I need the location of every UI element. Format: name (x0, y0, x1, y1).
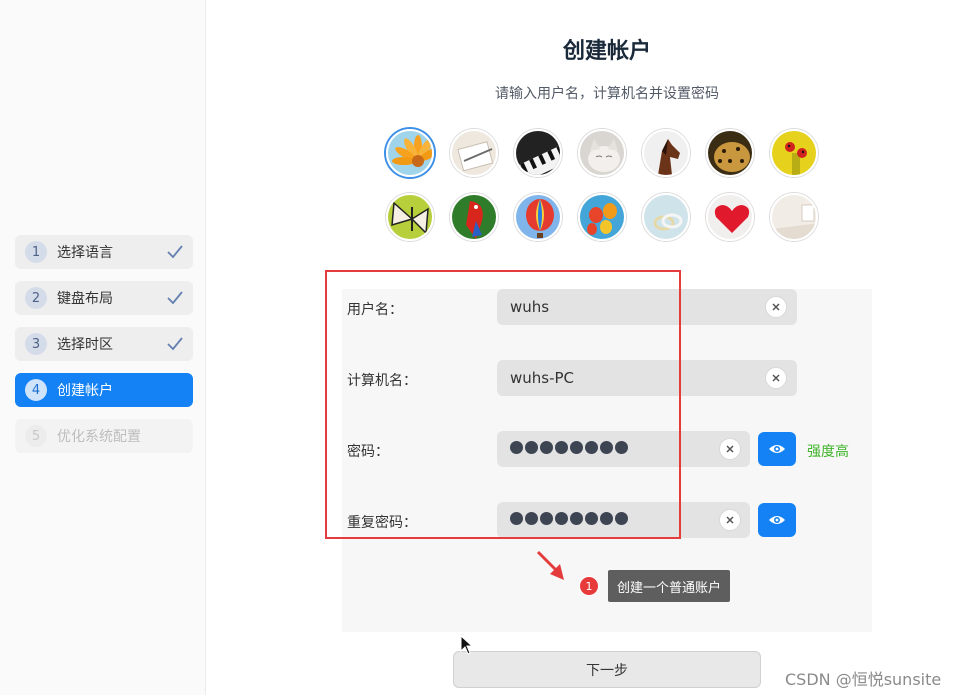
notebook-icon (452, 131, 496, 175)
avatar-leopard[interactable] (706, 129, 754, 177)
butterfly-icon (388, 195, 432, 239)
avatar-room[interactable] (770, 193, 818, 241)
step-label: 选择时区 (57, 337, 113, 353)
step-label: 选择语言 (57, 245, 113, 261)
step-select-language[interactable]: 1 选择语言 (15, 235, 193, 269)
avatar-red-heart[interactable] (706, 193, 754, 241)
step-number: 4 (25, 379, 47, 401)
mouse-cursor-icon (460, 635, 474, 655)
parrot-icon (452, 195, 496, 239)
kitten-icon (580, 131, 624, 175)
show-repeat-password-button[interactable] (758, 503, 796, 537)
close-icon (726, 516, 734, 524)
step-create-account[interactable]: 4 创建帐户 (15, 373, 193, 407)
gerbera-flower-icon (388, 131, 432, 175)
avatar-ladybugs[interactable] (770, 129, 818, 177)
step-number: 5 (25, 425, 47, 447)
step-label: 创建帐户 (57, 383, 113, 399)
clear-username-button[interactable] (765, 296, 787, 318)
step-select-timezone[interactable]: 3 选择时区 (15, 327, 193, 361)
close-icon (772, 303, 780, 311)
close-icon (772, 374, 780, 382)
checkmark-icon (167, 245, 183, 259)
room-interior-icon (772, 195, 816, 239)
page-subtitle: 请输入用户名，计算机名并设置密码 (495, 86, 719, 102)
close-icon (726, 445, 734, 453)
step-label: 优化系统配置 (57, 429, 141, 445)
rings-icon (644, 195, 688, 239)
checkmark-icon (167, 337, 183, 351)
show-password-button[interactable] (758, 432, 796, 466)
step-keyboard-layout[interactable]: 2 键盘布局 (15, 281, 193, 315)
next-button[interactable]: 下一步 (453, 651, 761, 688)
step-label: 键盘布局 (57, 291, 113, 307)
highlight-box (325, 270, 681, 539)
piano-keys-icon (516, 131, 560, 175)
horse-icon (644, 131, 688, 175)
page-title: 创建帐户 (562, 39, 651, 64)
avatar-horse[interactable] (642, 129, 690, 177)
leopard-icon (708, 131, 752, 175)
step-number: 2 (25, 287, 47, 309)
avatar-kitten[interactable] (578, 129, 626, 177)
avatar-rings[interactable] (642, 193, 690, 241)
ladybugs-icon (772, 131, 816, 175)
hot-air-balloon-icon (516, 195, 560, 239)
balloons-icon (580, 195, 624, 239)
sidebar: 1 选择语言 2 键盘布局 3 选择时区 4 创建帐户 5 优化系统配置 (0, 0, 206, 695)
password-strength: 强度高 (807, 444, 849, 460)
step-number: 1 (25, 241, 47, 263)
avatar-piano[interactable] (514, 129, 562, 177)
clear-password-button[interactable] (719, 438, 741, 460)
avatar-parrot[interactable] (450, 193, 498, 241)
annotation-arrow-icon (536, 550, 564, 580)
heart-icon (708, 195, 752, 239)
clear-hostname-button[interactable] (765, 367, 787, 389)
clear-repeat-password-button[interactable] (719, 509, 741, 531)
avatar-balloons[interactable] (578, 193, 626, 241)
watermark: CSDN @恒悦sunsite (785, 670, 942, 689)
step-optimize-system: 5 优化系统配置 (15, 419, 193, 453)
annotation-badge: 1 (579, 576, 599, 596)
avatar-gerbera-flower[interactable] (386, 129, 434, 177)
eye-icon (769, 445, 785, 453)
checkmark-icon (167, 291, 183, 305)
eye-icon (769, 516, 785, 524)
avatar-notebook[interactable] (450, 129, 498, 177)
annotation-tooltip: 创建一个普通账户 (608, 570, 730, 602)
avatar-butterfly[interactable] (386, 193, 434, 241)
avatar-hot-air-balloon[interactable] (514, 193, 562, 241)
step-number: 3 (25, 333, 47, 355)
